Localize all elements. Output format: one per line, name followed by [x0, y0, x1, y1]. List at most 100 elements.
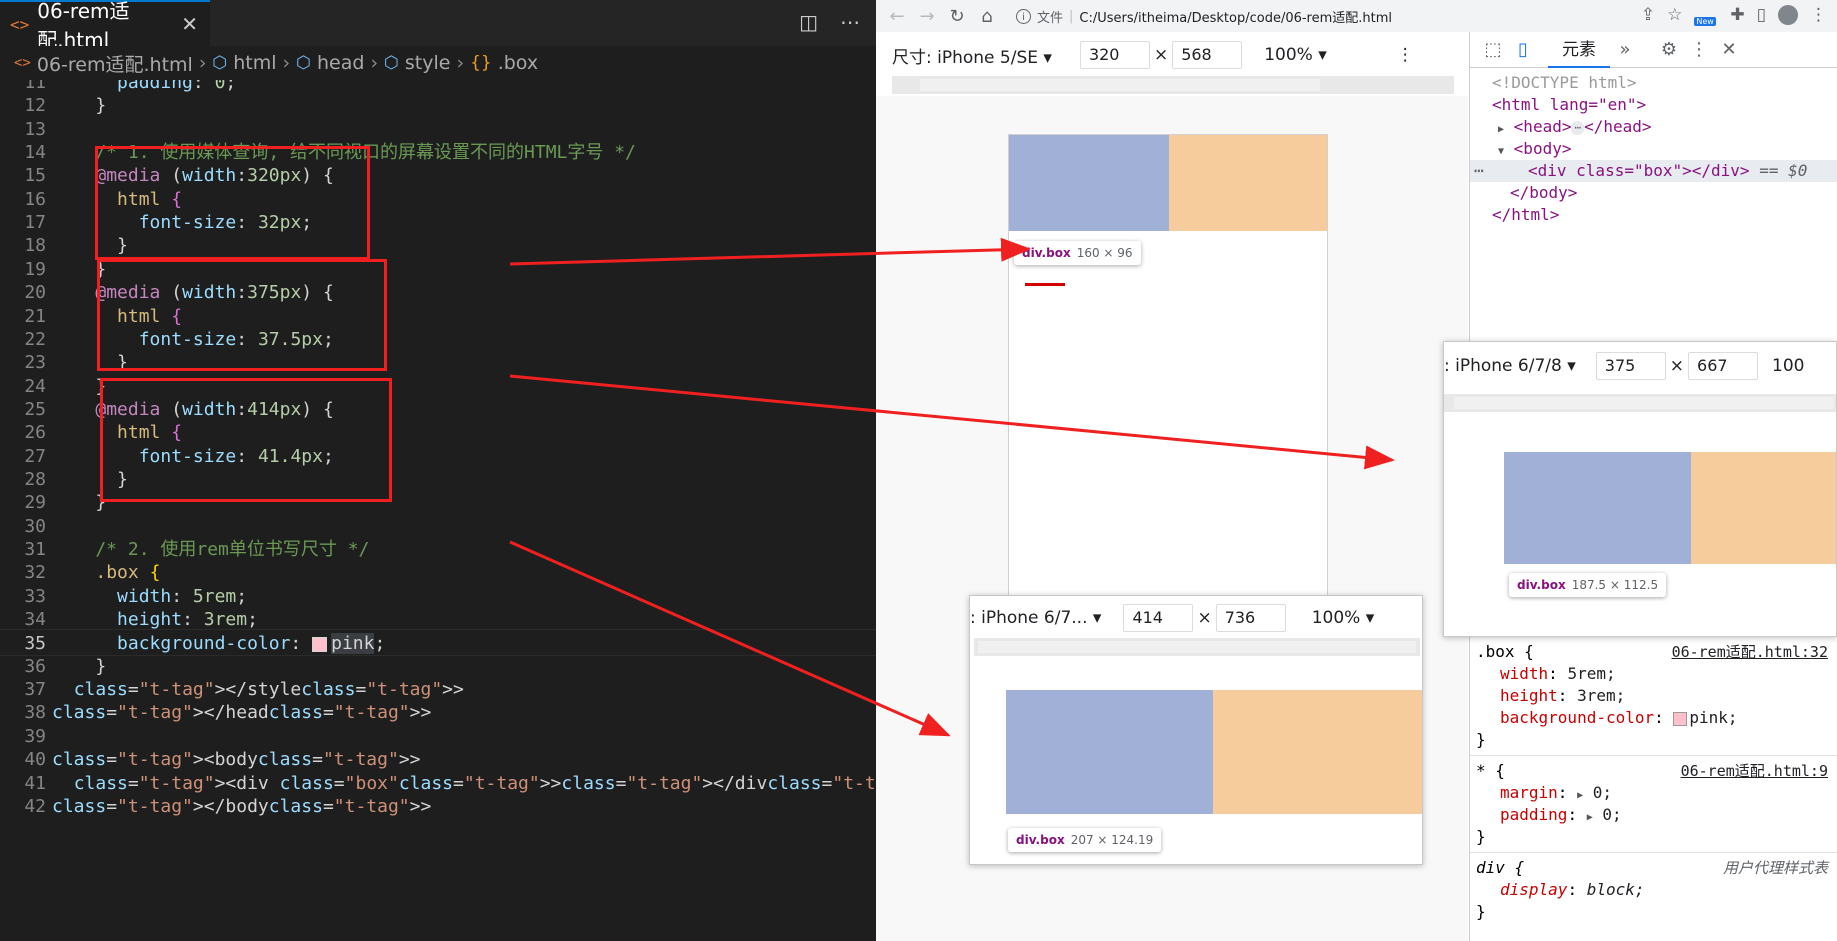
breadcrumb: <> 06-rem适配.html › ⬡ html › ⬡ head › ⬡ style…: [0, 46, 876, 80]
expand-arrow-icon[interactable]: ▶: [1577, 790, 1583, 801]
dom-html-close[interactable]: </html>: [1470, 204, 1837, 226]
breadcrumb-selector[interactable]: {} .box: [470, 52, 538, 74]
browser-toolbar: ← → ↻ ⌂ i 文件 | C:/Users/itheima/Desktop/…: [876, 0, 1837, 32]
element-cube-icon: ⬡: [212, 53, 228, 73]
side-panel-icon[interactable]: ▯: [1757, 5, 1766, 25]
device-preview-375: : iPhone 6/7/8 ▾ 375 × 667 100 div.box 18…: [1443, 341, 1837, 637]
device-height-input-414[interactable]: 736: [1215, 604, 1286, 632]
media-query-ruler-414[interactable]: [974, 638, 1420, 656]
line-number: 42: [24, 795, 46, 817]
expand-arrow-icon[interactable]: ▶: [1587, 812, 1593, 823]
address-bar[interactable]: i 文件 | C:/Users/itheima/Desktop/code/06-…: [1016, 3, 1501, 29]
device-toolbar-414: : iPhone 6/7... ▾ 414 × 736 100% ▾: [970, 600, 1374, 636]
address-url: C:/Users/itheima/Desktop/code/06-rem适配.h…: [1079, 10, 1393, 26]
share-icon[interactable]: ⇪: [1641, 5, 1655, 25]
element-tooltip-414: div.box 207 × 124.19: [1008, 828, 1162, 852]
back-icon[interactable]: ←: [882, 6, 912, 27]
color-swatch[interactable]: [1673, 711, 1688, 726]
zoom-select[interactable]: 100% ▾: [1264, 45, 1327, 65]
forward-icon[interactable]: →: [912, 6, 942, 27]
breadcrumb-separator: ›: [198, 52, 207, 74]
box-left-half: [1006, 690, 1213, 814]
device-select-414[interactable]: : iPhone 6/7... ▾: [970, 608, 1101, 628]
breadcrumb-style[interactable]: ⬡ style: [384, 52, 450, 74]
zoom-select-414[interactable]: 100% ▾: [1312, 608, 1375, 628]
home-icon[interactable]: ⌂: [972, 6, 1002, 27]
breadcrumb-file[interactable]: <> 06-rem适配.html: [14, 50, 193, 77]
dom-doctype[interactable]: <!DOCTYPE html>: [1470, 72, 1837, 94]
element-cube-icon: ⬡: [384, 53, 399, 73]
device-select-375[interactable]: : iPhone 6/7/8 ▾: [1444, 356, 1576, 376]
editor-tab[interactable]: <> 06-rem适配.html ✕: [0, 0, 210, 52]
dom-body[interactable]: ▼ <body>: [1470, 138, 1837, 160]
collapse-arrow-icon[interactable]: ▼: [1498, 146, 1504, 157]
breadcrumb-html[interactable]: ⬡ html: [212, 52, 276, 74]
close-devtools-icon[interactable]: ✕: [1714, 39, 1744, 60]
more-tabs-icon[interactable]: »: [1610, 39, 1640, 60]
dom-tree[interactable]: <!DOCTYPE html> <html lang="en"> ▶ <head…: [1470, 72, 1837, 226]
device-screen-375: [1444, 414, 1836, 636]
device-toggle-icon[interactable]: ▯: [1508, 39, 1538, 60]
dimension-times: ×: [1669, 356, 1685, 376]
dom-body-close[interactable]: </body>: [1470, 182, 1837, 204]
style-rule-box[interactable]: .box { 06-rem适配.html:32 width: 5rem; hei…: [1470, 637, 1837, 756]
tab-elements[interactable]: 元素: [1548, 32, 1610, 68]
more-actions-icon[interactable]: ⋯: [840, 10, 860, 34]
device-width-input-414[interactable]: 414: [1123, 604, 1194, 632]
box-left-half: [1009, 135, 1169, 231]
node-menu-icon[interactable]: ⋯: [1474, 160, 1484, 182]
device-height-input-375[interactable]: 667: [1688, 352, 1759, 380]
split-editor-icon[interactable]: ◫: [799, 10, 818, 34]
html-file-icon: <>: [10, 14, 30, 34]
rule-source-link[interactable]: 06-rem适配.html:9: [1681, 760, 1828, 781]
box-left-half: [1504, 452, 1691, 564]
device-width-input-375[interactable]: 375: [1595, 352, 1666, 380]
device-width-input[interactable]: 320: [1079, 41, 1150, 69]
device-more-icon[interactable]: ⋮: [1397, 45, 1414, 65]
code-text: class="t-tag"></bodyclass="t-tag">>: [52, 795, 432, 817]
code-line[interactable]: 42 class="t-tag"></bodyclass="t-tag">>: [0, 793, 876, 820]
box-right-half: [1213, 690, 1422, 814]
style-rule-user-agent[interactable]: div { 用户代理样式表 display: block; }: [1470, 853, 1837, 927]
media-query-ruler-375[interactable]: [1444, 394, 1836, 412]
dom-div-box[interactable]: ⋯ <div class="box"></div> == $0: [1470, 160, 1837, 182]
inspect-element-icon[interactable]: ⬚: [1478, 39, 1508, 60]
info-icon[interactable]: i: [1016, 8, 1031, 24]
bookmark-star-icon[interactable]: ☆: [1667, 5, 1682, 25]
dimension-times: ×: [1153, 45, 1169, 65]
extensions-puzzle-icon[interactable]: ✚: [1730, 5, 1744, 25]
device-screen-320: [1008, 134, 1328, 619]
breadcrumb-separator: ›: [456, 52, 465, 74]
extension-new-icon[interactable]: New: [1694, 4, 1718, 26]
collapsed-ellipsis[interactable]: ⋯: [1571, 120, 1585, 135]
style-rule-universal[interactable]: * { 06-rem适配.html:9 margin: ▶ 0; padding…: [1470, 756, 1837, 853]
browser-window: ← → ↻ ⌂ i 文件 | C:/Users/itheima/Desktop/…: [876, 0, 1837, 941]
browser-menu-icon[interactable]: ⋮: [1810, 5, 1827, 25]
rule-source-link[interactable]: 06-rem适配.html:32: [1672, 641, 1828, 662]
dom-html[interactable]: <html lang="en">: [1470, 94, 1837, 116]
address-scheme: 文件: [1037, 10, 1064, 26]
devtools-menu-icon[interactable]: ⋮: [1684, 39, 1714, 60]
breadcrumb-separator: ›: [282, 52, 291, 74]
annotation-box-375: [97, 259, 387, 371]
styles-pane[interactable]: .box { 06-rem适配.html:32 width: 5rem; hei…: [1470, 637, 1837, 927]
device-height-input[interactable]: 568: [1172, 41, 1243, 69]
expand-arrow-icon[interactable]: ▶: [1498, 124, 1504, 135]
code-editor[interactable]: <> 06-rem适配.html ✕ ◫ ⋯ <> 06-rem适配.html ›…: [0, 0, 876, 941]
box-right-half: [1691, 452, 1836, 564]
css-rule-icon: {}: [470, 53, 492, 73]
cursor-mark: [1025, 283, 1065, 286]
zoom-select-375[interactable]: 100: [1772, 356, 1804, 376]
settings-gear-icon[interactable]: ⚙: [1654, 39, 1684, 60]
dimension-times: ×: [1197, 608, 1212, 628]
profile-avatar[interactable]: [1778, 5, 1798, 25]
box-right-half: [1169, 135, 1327, 231]
editor-tab-bar: <> 06-rem适配.html ✕ ◫ ⋯: [0, 0, 876, 52]
device-select[interactable]: 尺寸: iPhone 5/SE ▾: [892, 43, 1052, 68]
dom-head[interactable]: ▶ <head> ⋯ </head>: [1470, 116, 1837, 138]
reload-icon[interactable]: ↻: [942, 6, 972, 27]
element-tooltip-375: div.box 187.5 × 112.5: [1509, 573, 1667, 597]
close-tab-icon[interactable]: ✕: [181, 12, 198, 36]
media-query-ruler[interactable]: [892, 76, 1454, 94]
breadcrumb-head[interactable]: ⬡ head: [296, 52, 364, 74]
